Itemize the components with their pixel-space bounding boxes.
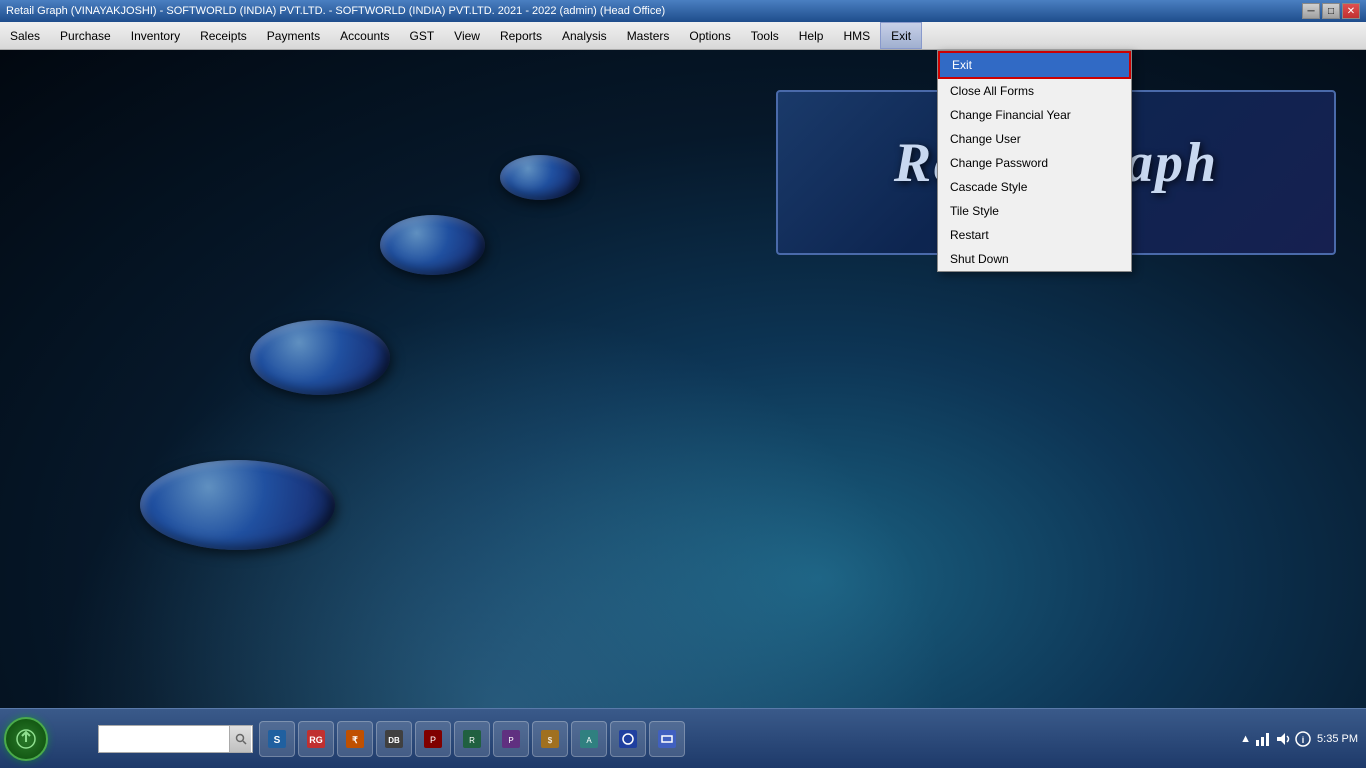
close-button[interactable]: ✕ [1342,3,1360,19]
svg-text:$: $ [548,736,553,745]
bubble-1 [140,460,335,550]
menu-payments[interactable]: Payments [257,22,330,49]
taskbar: S RG ₹ DB P [0,708,1366,768]
svg-text:S: S [274,735,281,746]
taskbar-app-8[interactable]: $ [532,721,568,757]
tray-arrow-up[interactable]: ▲ [1240,733,1251,745]
dropdown-change-password[interactable]: Change Password [938,151,1131,175]
taskbar-app-5[interactable]: P [415,721,451,757]
taskbar-search-box [98,725,253,753]
taskbar-app-6[interactable]: R [454,721,490,757]
bubble-4 [500,155,580,200]
svg-text:P: P [430,735,436,745]
search-input[interactable] [99,731,229,747]
menu-options[interactable]: Options [679,22,740,49]
svg-text:P: P [508,736,513,745]
wallpaper-background: Retail Graph For Retail & Chains [0,50,1366,710]
menu-reports[interactable]: Reports [490,22,552,49]
dropdown-change-user[interactable]: Change User [938,127,1131,151]
menu-gst[interactable]: GST [400,22,445,49]
taskbar-app-11[interactable] [649,721,685,757]
menu-receipts[interactable]: Receipts [190,22,257,49]
menu-tools[interactable]: Tools [741,22,789,49]
menu-view[interactable]: View [444,22,490,49]
titlebar-title: Retail Graph (VINAYAKJOSHI) - SOFTWORLD … [6,5,665,17]
network-icon [1255,731,1271,747]
svg-text:A: A [586,736,592,745]
system-clock: 5:35 PM [1317,733,1358,745]
taskbar-app-7[interactable]: P [493,721,529,757]
svg-text:i: i [1302,735,1305,745]
svg-text:RG: RG [309,735,323,745]
menu-sales[interactable]: Sales [0,22,50,49]
clock-time: 5:35 PM [1317,733,1358,745]
taskbar-app-10[interactable] [610,721,646,757]
search-button[interactable] [229,726,251,752]
menu-accounts[interactable]: Accounts [330,22,399,49]
dropdown-tile-style[interactable]: Tile Style [938,199,1131,223]
svg-text:₹: ₹ [352,735,358,745]
svg-text:DB: DB [388,736,400,745]
taskbar-app-2[interactable]: RG [298,721,334,757]
wallpaper: Retail Graph For Retail & Chains [0,50,1366,710]
maximize-button[interactable]: □ [1322,3,1340,19]
svg-text:R: R [469,736,475,745]
taskbar-app-3[interactable]: ₹ [337,721,373,757]
taskbar-app-9[interactable]: A [571,721,607,757]
dropdown-cascade-style[interactable]: Cascade Style [938,175,1131,199]
menubar: Sales Purchase Inventory Receipts Paymen… [0,22,1366,50]
titlebar: Retail Graph (VINAYAKJOSHI) - SOFTWORLD … [0,0,1366,22]
bubble-3 [380,215,485,275]
dropdown-close-all-forms[interactable]: Close All Forms [938,79,1131,103]
dropdown-restart[interactable]: Restart [938,223,1131,247]
menu-inventory[interactable]: Inventory [121,22,190,49]
dropdown-exit[interactable]: Exit [938,51,1131,79]
dropdown-change-financial-year[interactable]: Change Financial Year [938,103,1131,127]
menu-exit[interactable]: Exit [880,22,922,49]
menu-purchase[interactable]: Purchase [50,22,121,49]
dropdown-shut-down[interactable]: Shut Down [938,247,1131,271]
taskbar-app-icons: S RG ₹ DB P [259,721,685,757]
titlebar-controls: ─ □ ✕ [1302,3,1360,19]
menu-hms[interactable]: HMS [833,22,880,49]
volume-icon [1275,731,1291,747]
menu-masters[interactable]: Masters [617,22,680,49]
taskbar-app-4[interactable]: DB [376,721,412,757]
bubble-2 [250,320,390,395]
taskbar-app-softworld[interactable]: S [259,721,295,757]
start-button[interactable] [4,717,48,761]
exit-dropdown-menu: Exit Close All Forms Change Financial Ye… [937,50,1132,272]
info-icon: i [1295,731,1311,747]
system-tray: ▲ i 5:35 PM [1232,709,1366,768]
menu-analysis[interactable]: Analysis [552,22,617,49]
menu-help[interactable]: Help [789,22,834,49]
minimize-button[interactable]: ─ [1302,3,1320,19]
